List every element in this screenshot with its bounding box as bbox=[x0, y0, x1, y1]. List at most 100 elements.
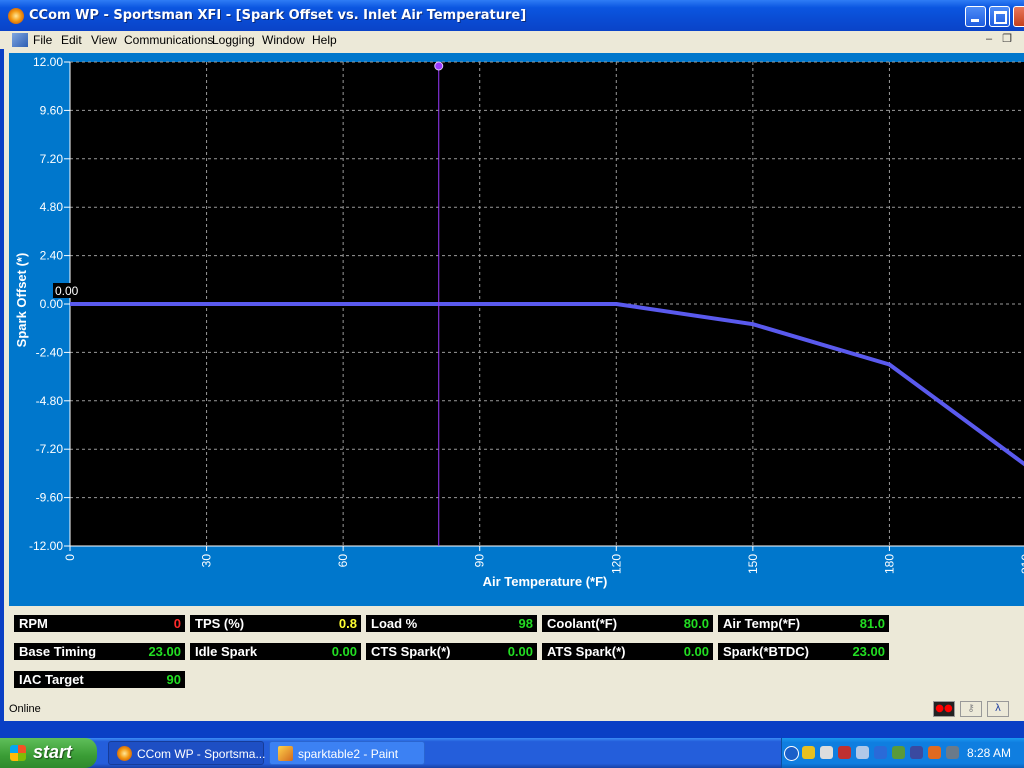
gauge-tps: TPS (%) 0.8 bbox=[190, 615, 361, 632]
y-tick-label: 7.20 bbox=[40, 152, 64, 166]
spark-offset-chart[interactable]: 12.00 9.60 7.20 4.80 2.40 0.00 -2.40 -4.80 -7.20… bbox=[9, 53, 1024, 606]
gauge-air-temp: Air Temp(*F) 81.0 bbox=[718, 615, 889, 632]
search-icon[interactable] bbox=[856, 746, 869, 759]
gauge-value: 98 bbox=[518, 616, 533, 631]
x-tick-label: 120 bbox=[609, 554, 623, 574]
gauge-label: Air Temp(*F) bbox=[723, 616, 801, 631]
connection-indicator-icon: ●● bbox=[933, 701, 955, 717]
gauge-label: RPM bbox=[19, 616, 48, 631]
maximize-button[interactable] bbox=[989, 6, 1010, 27]
gauge-label: Spark(*BTDC) bbox=[723, 644, 809, 659]
clock: 8:28 AM bbox=[966, 746, 1011, 760]
gauge-value: 23.00 bbox=[148, 644, 181, 659]
tray-expand-icon[interactable] bbox=[784, 746, 799, 761]
menu-bar: File Edit View Communications Logging Wi… bbox=[0, 31, 1024, 49]
gauge-value: 23.00 bbox=[852, 644, 885, 659]
gauge-ats-spark: ATS Spark(*) 0.00 bbox=[542, 643, 713, 660]
app-tray-icon[interactable] bbox=[892, 746, 905, 759]
taskbar-item-ccom[interactable]: CCom WP - Sportsma... bbox=[108, 741, 266, 765]
gauge-base-timing: Base Timing 23.00 bbox=[14, 643, 185, 660]
lambda-icon: λ bbox=[987, 701, 1009, 717]
security-shield-icon[interactable] bbox=[802, 746, 815, 759]
task-label: CCom WP - Sportsma... bbox=[137, 747, 266, 761]
gauge-label: Idle Spark bbox=[195, 644, 258, 659]
y-tick-label: 12.00 bbox=[33, 55, 63, 69]
gauge-value: 0 bbox=[173, 616, 181, 631]
y-tick-label: 2.40 bbox=[40, 249, 64, 263]
y-tick-label: 4.80 bbox=[40, 200, 64, 214]
gauge-value: 0.8 bbox=[338, 616, 357, 631]
gauge-label: ATS Spark(*) bbox=[547, 644, 626, 659]
link-icon: ⚷ bbox=[960, 701, 982, 717]
gauge-spark-btdc: Spark(*BTDC) 23.00 bbox=[718, 643, 889, 660]
network-icon[interactable] bbox=[820, 746, 833, 759]
x-tick-label: 180 bbox=[882, 554, 896, 574]
start-button[interactable]: start bbox=[0, 738, 97, 768]
y-tick-label: -2.40 bbox=[36, 345, 64, 359]
menu-window[interactable]: Window bbox=[262, 33, 305, 47]
gauge-value: 0.00 bbox=[507, 644, 533, 659]
app-icon[interactable] bbox=[8, 8, 24, 24]
document-icon[interactable] bbox=[12, 33, 28, 47]
y-tick-label: 9.60 bbox=[40, 103, 64, 117]
cursor-handle bbox=[434, 61, 444, 71]
x-axis-label: Air Temperature (*F) bbox=[483, 574, 608, 589]
gauge-iac-target: IAC Target 90 bbox=[14, 671, 185, 688]
menu-view[interactable]: View bbox=[91, 33, 117, 47]
gauge-label: Coolant(*F) bbox=[547, 616, 618, 631]
menu-file[interactable]: File bbox=[33, 33, 52, 47]
menu-logging[interactable]: Logging bbox=[212, 33, 255, 47]
status-text: Online bbox=[9, 703, 41, 715]
minimize-button[interactable] bbox=[965, 6, 986, 27]
gauge-label: Load % bbox=[371, 616, 418, 631]
battery-icon[interactable] bbox=[910, 746, 923, 759]
app-tray-icon-2[interactable] bbox=[928, 746, 941, 759]
title-bar[interactable]: CCom WP - Sportsman XFI - [Spark Offset … bbox=[0, 0, 1024, 31]
display-icon[interactable] bbox=[946, 746, 959, 759]
gauge-idle-spark: Idle Spark 0.00 bbox=[190, 643, 361, 660]
gauge-coolant: Coolant(*F) 80.0 bbox=[542, 615, 713, 632]
task-label: sparktable2 - Paint bbox=[298, 747, 399, 761]
paint-icon bbox=[278, 746, 293, 761]
x-tick-label: 60 bbox=[336, 554, 350, 568]
y-tick-label: -4.80 bbox=[36, 394, 64, 408]
taskbar-item-paint[interactable]: sparktable2 - Paint bbox=[269, 741, 425, 765]
close-button[interactable] bbox=[1013, 6, 1024, 27]
start-label: start bbox=[33, 742, 73, 762]
cursor-readout: 0.00 bbox=[55, 284, 79, 298]
system-tray: 8:28 AM bbox=[781, 738, 1024, 768]
gauge-label: CTS Spark(*) bbox=[371, 644, 451, 659]
mdi-minimize-button[interactable]: – bbox=[982, 33, 996, 46]
gauge-value: 81.0 bbox=[859, 616, 885, 631]
windows-logo-icon bbox=[10, 745, 26, 761]
chart-panel: 12.00 9.60 7.20 4.80 2.40 0.00 -2.40 -4.80 -7.20… bbox=[9, 53, 1024, 606]
x-tick-label: 30 bbox=[200, 554, 214, 568]
y-tick-label: -9.60 bbox=[36, 491, 64, 505]
client-area: 12.00 9.60 7.20 4.80 2.40 0.00 -2.40 -4.80 -7.20… bbox=[4, 49, 1024, 721]
taskbar: start CCom WP - Sportsma... sparktable2 … bbox=[0, 738, 1024, 768]
y-tick-label: -12.00 bbox=[29, 539, 63, 553]
star-icon[interactable] bbox=[874, 746, 887, 759]
menu-edit[interactable]: Edit bbox=[61, 33, 82, 47]
x-tick-label: 150 bbox=[746, 554, 760, 574]
gauge-value: 0.00 bbox=[331, 644, 357, 659]
y-tick-label: 0.00 bbox=[40, 297, 64, 311]
gauge-cts-spark: CTS Spark(*) 0.00 bbox=[366, 643, 537, 660]
gauge-value: 80.0 bbox=[683, 616, 709, 631]
menu-communications[interactable]: Communications bbox=[124, 33, 213, 47]
gauge-label: Base Timing bbox=[19, 644, 97, 659]
gauge-value: 90 bbox=[166, 672, 181, 687]
gauge-value: 0.00 bbox=[683, 644, 709, 659]
x-tick-label: 90 bbox=[473, 554, 487, 568]
menu-help[interactable]: Help bbox=[312, 33, 337, 47]
y-tick-label: -7.20 bbox=[36, 442, 64, 456]
y-axis-label: Spark Offset (*) bbox=[14, 253, 29, 348]
network-disconnected-icon[interactable] bbox=[838, 746, 851, 759]
mdi-restore-button[interactable]: ❐ bbox=[1000, 33, 1014, 46]
gauge-load: Load % 98 bbox=[366, 615, 537, 632]
gauge-label: TPS (%) bbox=[195, 616, 245, 631]
gauge-label: IAC Target bbox=[19, 672, 84, 687]
x-tick-label: 210 bbox=[1019, 554, 1024, 574]
ccom-icon bbox=[117, 746, 132, 761]
gauge-rpm: RPM 0 bbox=[14, 615, 185, 632]
